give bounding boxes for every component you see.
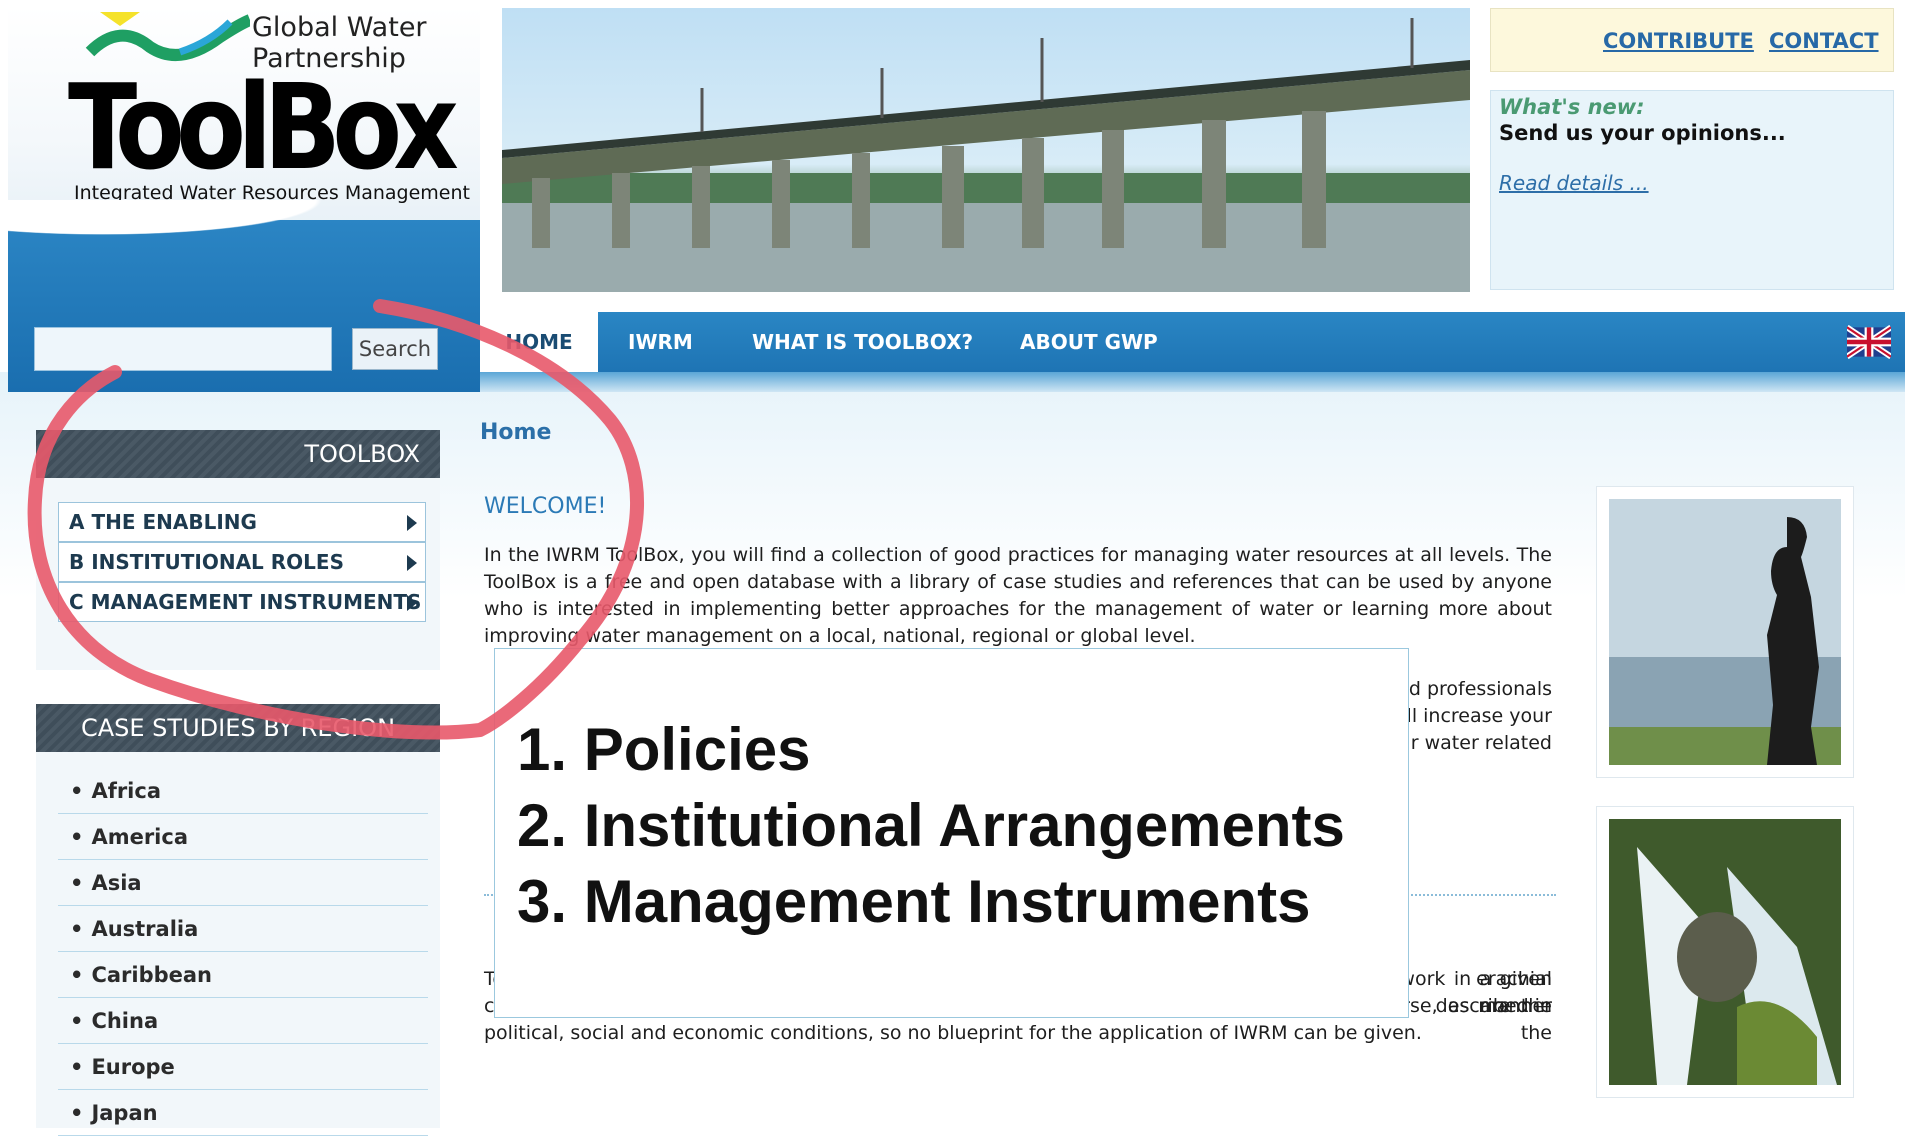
- region-item-europe[interactable]: Europe: [58, 1044, 428, 1090]
- waterfall-image: [1609, 819, 1841, 1085]
- read-details-link[interactable]: Read details ...: [1499, 171, 1649, 195]
- arrow-right-icon: [407, 595, 417, 611]
- overlay-callout: 1. Policies 2. Institutional Arrangement…: [494, 648, 1409, 1018]
- region-item-china[interactable]: China: [58, 998, 428, 1044]
- toolbox-item-label: C MANAGEMENT INSTRUMENTS: [69, 590, 422, 614]
- uk-flag-icon[interactable]: [1847, 325, 1891, 359]
- gwp-name-line1: Global Water: [252, 12, 427, 43]
- tab-what-is-toolbox[interactable]: WHAT IS TOOLBOX?: [752, 312, 973, 372]
- search-input[interactable]: [34, 327, 332, 371]
- region-item-asia[interactable]: Asia: [58, 860, 428, 906]
- logo-panel: Global Water Partnership ToolBox Integra…: [8, 6, 480, 226]
- contribute-link[interactable]: CONTRIBUTE: [1603, 29, 1754, 53]
- overlay-line-1: 1. Policies: [517, 716, 811, 783]
- woman-by-river-photo: [1596, 486, 1854, 778]
- arrow-right-icon: [407, 515, 417, 531]
- overlay-line-2: 2. Institutional Arrangements: [517, 792, 1345, 859]
- partial-text-line: ll increase your: [1406, 705, 1552, 727]
- toolbox-logo-text: ToolBox: [68, 58, 459, 196]
- region-item-caribbean[interactable]: Caribbean: [58, 952, 428, 998]
- welcome-paragraph: In the IWRM ToolBox, you will find a col…: [484, 544, 1552, 647]
- toolbox-panel: TOOLBOX A THE ENABLING ENVIRONMENT B INS…: [36, 430, 440, 670]
- arrow-right-icon: [407, 555, 417, 571]
- region-item-japan[interactable]: Japan: [58, 1090, 428, 1136]
- toolbox-panel-title: TOOLBOX: [36, 430, 440, 478]
- search-button[interactable]: Search: [352, 328, 438, 370]
- toolbox-item-enabling-environment[interactable]: A THE ENABLING ENVIRONMENT: [58, 502, 426, 572]
- tab-iwrm[interactable]: IWRM: [628, 312, 693, 372]
- toolbox-item-label: B INSTITUTIONAL ROLES: [69, 550, 344, 574]
- toolbox-item-institutional-roles[interactable]: B INSTITUTIONAL ROLES: [58, 542, 426, 582]
- whats-new-label: What's new:: [1499, 95, 1645, 119]
- whats-new-text: Send us your opinions...: [1499, 121, 1786, 145]
- woman-photo-image: [1609, 499, 1841, 765]
- whats-new-box: What's new: Send us your opinions... Rea…: [1490, 90, 1894, 290]
- top-links-box: CONTRIBUTE CONTACT: [1490, 8, 1894, 72]
- bridge-image: [502, 18, 1470, 292]
- banner-photo: [502, 8, 1470, 292]
- partial-text-line: r water related: [1410, 732, 1552, 754]
- case-studies-title: CASE STUDIES BY REGION: [36, 704, 440, 752]
- case-studies-panel: CASE STUDIES BY REGION Africa America As…: [36, 704, 440, 1136]
- contact-link[interactable]: CONTACT: [1769, 29, 1879, 53]
- region-item-africa[interactable]: Africa: [58, 768, 428, 814]
- region-item-america[interactable]: America: [58, 814, 428, 860]
- tab-about-gwp[interactable]: ABOUT GWP: [1020, 312, 1158, 372]
- main-nav: HOME IWRM WHAT IS TOOLBOX? ABOUT GWP: [480, 312, 1905, 392]
- toolbox-item-management-instruments[interactable]: C MANAGEMENT INSTRUMENTS: [58, 582, 426, 622]
- partial-text-line: d professionals: [1408, 678, 1552, 700]
- waterfall-photo: [1596, 806, 1854, 1098]
- welcome-title: WELCOME!: [484, 494, 607, 519]
- tab-home[interactable]: HOME: [480, 312, 598, 372]
- overlay-line-3: 3. Management Instruments: [517, 868, 1311, 935]
- region-item-australia[interactable]: Australia: [58, 906, 428, 952]
- breadcrumb[interactable]: Home: [480, 420, 551, 445]
